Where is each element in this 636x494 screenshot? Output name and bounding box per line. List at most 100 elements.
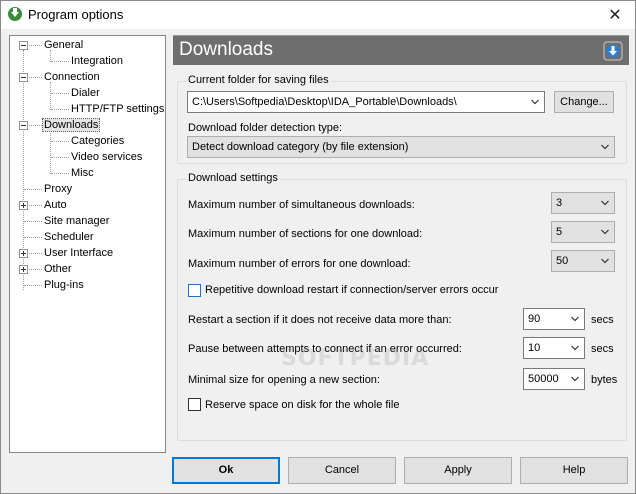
tree-item-label: General — [44, 39, 84, 51]
download-folder-combo[interactable]: C:\Users\Softpedia\Desktop\IDA_Portable\… — [187, 91, 545, 113]
tree-item-label: User Interface — [44, 247, 114, 259]
min-size-select[interactable]: 50000 — [523, 368, 585, 390]
tree-item-misc[interactable]: Misc — [69, 165, 96, 181]
detection-type-value: Detect download category (by file extens… — [192, 141, 409, 153]
app-icon — [8, 7, 22, 21]
tree-item-label: Auto — [44, 199, 67, 211]
download-arrow-icon — [603, 41, 623, 61]
min-size-label: Minimal size for opening a new section: — [188, 374, 380, 386]
max-sections-value: 5 — [556, 226, 563, 238]
restart-section-select[interactable]: 90 — [523, 308, 585, 330]
tree-item-other[interactable]: Other — [42, 261, 74, 277]
tree-connector — [51, 173, 69, 174]
help-button[interactable]: Help — [520, 457, 628, 484]
folder-group-legend: Current folder for saving files — [186, 74, 331, 86]
page-title: Downloads — [179, 39, 273, 60]
tree-connector — [51, 93, 69, 94]
tree-connector — [51, 157, 69, 158]
max-errors-value: 50 — [556, 255, 569, 267]
tree-item-label: Misc — [71, 167, 94, 179]
tree-item-label: HTTP/FTP settings — [71, 103, 165, 115]
collapse-general-icon[interactable] — [19, 41, 28, 50]
max-errors-label: Maximum number of errors for one downloa… — [188, 258, 411, 270]
download-settings-legend: Download settings — [186, 172, 280, 184]
expand-user-interface-icon[interactable] — [19, 249, 28, 258]
tree-item-label: Categories — [71, 135, 125, 147]
reserve-space-checkbox[interactable] — [188, 398, 201, 411]
tree-item-proxy[interactable]: Proxy — [42, 181, 74, 197]
softpedia-watermark: SOFTPEDIA — [281, 346, 430, 371]
chevron-down-icon — [601, 229, 609, 235]
min-size-unit: bytes — [591, 374, 618, 386]
window-title: Program options — [28, 7, 124, 22]
change-folder-button[interactable]: Change... — [554, 91, 614, 113]
restart-section-label: Restart a section if it does not receive… — [188, 314, 452, 326]
ok-button[interactable]: Ok — [172, 457, 280, 484]
max-simultaneous-value: 3 — [556, 197, 563, 209]
detection-type-select[interactable]: Detect download category (by file extens… — [187, 136, 615, 158]
tree-item-downloads[interactable]: Downloads — [42, 117, 101, 133]
detection-type-label: Download folder detection type: — [188, 122, 343, 134]
tree-connector — [51, 61, 69, 62]
max-sections-label: Maximum number of sections for one downl… — [188, 228, 423, 240]
restart-section-value: 90 — [528, 313, 541, 325]
max-simultaneous-select[interactable]: 3 — [551, 192, 615, 214]
tree-connector — [24, 221, 42, 222]
tree-connector — [50, 82, 51, 110]
repetitive-restart-label: Repetitive download restart if connectio… — [205, 284, 499, 296]
collapse-connection-icon[interactable] — [19, 73, 28, 82]
tree-item-label: Connection — [44, 71, 100, 83]
tree-connector — [24, 237, 42, 238]
tree-item-categories[interactable]: Categories — [69, 133, 126, 149]
close-button[interactable]: ✕ — [595, 1, 635, 29]
tree-item-label: Site manager — [44, 215, 110, 227]
tree-item-user-interface[interactable]: User Interface — [42, 245, 115, 261]
restart-section-unit: secs — [591, 314, 614, 326]
tree-item-label: Dialer — [71, 87, 100, 99]
min-size-value: 50000 — [528, 373, 559, 385]
collapse-downloads-icon[interactable] — [19, 121, 28, 130]
section-header: Downloads — [173, 35, 629, 65]
tree-connector — [24, 189, 42, 190]
tree-item-integration[interactable]: Integration — [69, 53, 125, 69]
tree-connector — [51, 141, 69, 142]
tree-item-label: Downloads — [42, 118, 101, 132]
tree-item-dialer[interactable]: Dialer — [69, 85, 102, 101]
expand-other-icon[interactable] — [19, 265, 28, 274]
tree-item-label: Video services — [71, 151, 143, 163]
tree-item-auto[interactable]: Auto — [42, 197, 69, 213]
expand-auto-icon[interactable] — [19, 201, 28, 210]
tree-item-site-manager[interactable]: Site manager — [42, 213, 111, 229]
cancel-button[interactable]: Cancel — [288, 457, 396, 484]
tree-item-label: Proxy — [44, 183, 73, 195]
tree-item-connection[interactable]: Connection — [42, 69, 102, 85]
tree-item-plug-ins[interactable]: Plug-ins — [42, 277, 86, 293]
chevron-down-icon — [571, 316, 579, 322]
chevron-down-icon — [601, 258, 609, 264]
tree-item-http-ftp-settings[interactable]: HTTP/FTP settings — [69, 101, 166, 117]
tree-item-label: Integration — [71, 55, 123, 67]
pause-select[interactable]: 10 — [523, 337, 585, 359]
max-errors-select[interactable]: 50 — [551, 250, 615, 272]
chevron-down-icon — [601, 200, 609, 206]
tree-connector — [50, 130, 51, 174]
options-tree[interactable]: General Integration Connection Dialer HT… — [9, 35, 166, 453]
tree-item-general[interactable]: General — [42, 37, 85, 53]
chevron-down-icon — [531, 99, 539, 105]
title-bar: Program options ✕ — [1, 1, 635, 29]
tree-item-label: Scheduler — [44, 231, 94, 243]
tree-item-scheduler[interactable]: Scheduler — [42, 229, 96, 245]
repetitive-restart-checkbox[interactable] — [188, 284, 201, 297]
close-icon: ✕ — [608, 7, 622, 24]
tree-connector — [24, 285, 42, 286]
max-sections-select[interactable]: 5 — [551, 221, 615, 243]
tree-item-label: Plug-ins — [44, 279, 84, 291]
program-options-window: Program options ✕ General Integration Co… — [0, 0, 636, 494]
max-simultaneous-label: Maximum number of simultaneous downloads… — [188, 199, 415, 211]
tree-item-video-services[interactable]: Video services — [69, 149, 144, 165]
tree-connector — [51, 109, 69, 110]
pause-value: 10 — [528, 342, 541, 354]
chevron-down-icon — [571, 345, 579, 351]
reserve-space-label: Reserve space on disk for the whole file — [205, 399, 400, 411]
apply-button[interactable]: Apply — [404, 457, 512, 484]
